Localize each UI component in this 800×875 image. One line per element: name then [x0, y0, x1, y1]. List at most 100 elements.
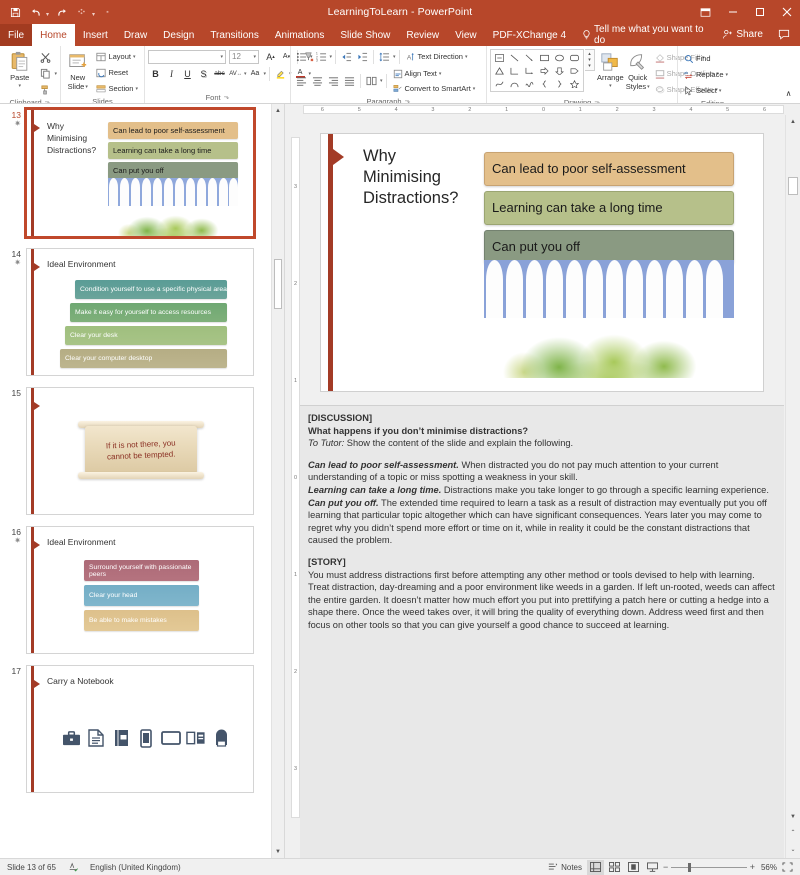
thumbnail-frame-13[interactable]: Why Minimising Distractions? Can lead to… [24, 107, 256, 239]
tab-pdf-xchange[interactable]: PDF-XChange 4 [485, 24, 574, 46]
language-indicator[interactable]: English (United Kingdom) [87, 860, 184, 875]
find-button[interactable]: Find [681, 51, 731, 66]
horizontal-ruler-strip[interactable]: 6 5 4 3 2 1 0 1 2 3 4 5 6 [303, 105, 784, 114]
numbering-caret[interactable]: ▾ [330, 54, 333, 60]
start-from-beginning-icon[interactable] [72, 3, 91, 22]
increase-indent-icon[interactable] [355, 49, 370, 64]
ribbon-display-options-icon[interactable] [692, 0, 719, 24]
notes-button[interactable]: Notes [545, 860, 585, 875]
select-caret[interactable]: ▾ [719, 88, 722, 94]
spellcheck-icon[interactable] [65, 860, 81, 875]
vertical-ruler-strip[interactable]: 3 2 1 0 1 2 3 [291, 137, 300, 818]
reset-button[interactable]: Reset [93, 65, 141, 80]
slide-bar-2[interactable]: Learning can take a long time [484, 190, 734, 225]
numbering-icon[interactable]: 123 [314, 49, 329, 64]
customize-qat-caret[interactable]: ▾ [92, 11, 97, 18]
vertical-ruler[interactable]: 3 2 1 0 1 2 3 [289, 119, 300, 858]
slide-bar-3[interactable]: Can put you off [484, 229, 734, 264]
drawing-dialog-launcher[interactable]: ⬎ [594, 97, 600, 103]
font-name-caret[interactable]: ▾ [220, 54, 223, 60]
copy-dropdown-caret[interactable]: ▾ [54, 71, 57, 77]
slide-sorter-view-button[interactable] [606, 860, 623, 875]
italic-icon[interactable]: I [164, 66, 179, 81]
zoom-out-button[interactable]: − [663, 862, 668, 872]
zoom-knob[interactable] [687, 862, 691, 872]
shape-elbow-arrow[interactable] [522, 64, 537, 77]
strikethrough-icon[interactable]: abc [212, 66, 227, 81]
share-button[interactable]: Share [717, 29, 768, 40]
shape-textbox[interactable] [492, 51, 507, 64]
current-slide[interactable]: Why Minimising Distractions? Can lead to… [320, 132, 764, 392]
zoom-slider[interactable]: − + [663, 862, 755, 872]
quick-styles-caret[interactable]: ▾ [647, 83, 650, 92]
align-text-caret[interactable]: ▾ [439, 71, 442, 77]
line-spacing-icon[interactable] [377, 49, 392, 64]
tab-insert[interactable]: Insert [75, 24, 116, 46]
arrange-caret[interactable]: ▾ [609, 83, 612, 89]
slide-counter[interactable]: Slide 13 of 65 [4, 860, 59, 875]
previous-slide-icon[interactable]: ⌃ [790, 829, 795, 836]
copy-icon[interactable] [38, 66, 53, 81]
thumbnail-frame-14[interactable]: Ideal Environment Condition yourself to … [26, 248, 254, 376]
smartart-caret[interactable]: ▾ [473, 86, 476, 92]
shape-right-arrow[interactable] [537, 64, 552, 77]
shapes-gallery-scrollbar[interactable]: ▴ ▾ ▾ [585, 49, 595, 71]
cut-icon[interactable] [38, 50, 53, 65]
align-right-icon[interactable] [326, 74, 341, 89]
shape-right-triangle[interactable] [507, 64, 522, 77]
text-direction-caret[interactable]: ▾ [465, 54, 468, 60]
text-highlight-color-icon[interactable] [273, 66, 288, 81]
undo-icon[interactable] [26, 3, 45, 22]
section-caret[interactable]: ▾ [135, 86, 138, 92]
format-painter-icon[interactable] [38, 82, 53, 97]
section-button[interactable]: Section ▾ [93, 81, 141, 96]
tab-transitions[interactable]: Transitions [202, 24, 267, 46]
tab-slide-show[interactable]: Slide Show [332, 24, 398, 46]
minimize-button[interactable] [719, 0, 746, 24]
replace-caret[interactable]: ▾ [726, 72, 729, 78]
horizontal-ruler[interactable]: 6 5 4 3 2 1 0 1 2 3 4 5 6 [285, 104, 800, 115]
increase-font-size-icon[interactable]: A ▴ [263, 49, 278, 64]
thumbnail-frame-16[interactable]: Ideal Environment Surround yourself with… [26, 526, 254, 654]
shape-oval[interactable] [552, 51, 567, 64]
slide-title[interactable]: Why Minimising Distractions? [363, 146, 498, 209]
editor-vertical-scrollbar[interactable]: ▲ ▼ ⌃ ⌄ [785, 115, 800, 858]
tab-home[interactable]: Home [32, 24, 75, 46]
convert-to-smartart-button[interactable]: Convert to SmartArt ▾ [390, 81, 479, 96]
shapes-gallery[interactable] [490, 49, 584, 92]
tab-design[interactable]: Design [155, 24, 202, 46]
tab-view[interactable]: View [447, 24, 485, 46]
notes-pane[interactable]: [DISCUSSION] What happens if you don’t m… [300, 405, 784, 858]
justify-icon[interactable] [342, 74, 357, 89]
columns-icon[interactable] [364, 74, 379, 89]
previous-next-slide-buttons[interactable]: ⌃ ⌄ [786, 824, 800, 858]
shape-line[interactable] [507, 51, 522, 64]
layout-caret[interactable]: ▾ [133, 54, 136, 60]
shape-freeform[interactable] [492, 77, 507, 90]
paragraph-dialog-launcher[interactable]: ⬎ [405, 96, 411, 103]
character-spacing-caret[interactable]: ▾ [244, 71, 247, 77]
new-slide-button[interactable]: New Slide ▾ [64, 49, 91, 91]
decrease-indent-icon[interactable] [339, 49, 354, 64]
close-button[interactable] [773, 0, 800, 24]
shape-wave[interactable] [522, 77, 537, 90]
font-dialog-launcher[interactable]: ⬎ [224, 92, 230, 103]
reading-view-button[interactable] [625, 860, 642, 875]
thumbnail-frame-17[interactable]: Carry a Notebook [26, 665, 254, 793]
tab-review[interactable]: Review [398, 24, 447, 46]
thumbnail-slide-15[interactable]: 15 If it is not there, you cannot be tem… [0, 376, 271, 515]
new-slide-dropdown-caret[interactable]: ▾ [85, 83, 88, 92]
thumbnail-slide-14[interactable]: 14 ✷ Ideal Environment Condition yourself… [0, 237, 271, 376]
quick-styles-button[interactable]: Quick Styles ▾ [626, 49, 650, 91]
fence-garden-image[interactable] [484, 259, 734, 378]
editor-scroll-track[interactable] [786, 129, 800, 810]
bullets-icon[interactable] [294, 49, 309, 64]
thumbnails-scrollbar[interactable]: ▲ ▼ [271, 104, 284, 858]
align-center-icon[interactable] [310, 74, 325, 89]
text-direction-button[interactable]: A Text Direction ▾ [403, 49, 471, 64]
editor-scroll-thumb[interactable] [788, 177, 798, 195]
zoom-in-button[interactable]: + [750, 862, 755, 872]
shape-rounded-rectangle[interactable] [567, 51, 582, 64]
layout-button[interactable]: Layout ▾ [93, 49, 141, 64]
thumbnail-slide-17[interactable]: 17 Carry a Notebook [0, 654, 271, 793]
